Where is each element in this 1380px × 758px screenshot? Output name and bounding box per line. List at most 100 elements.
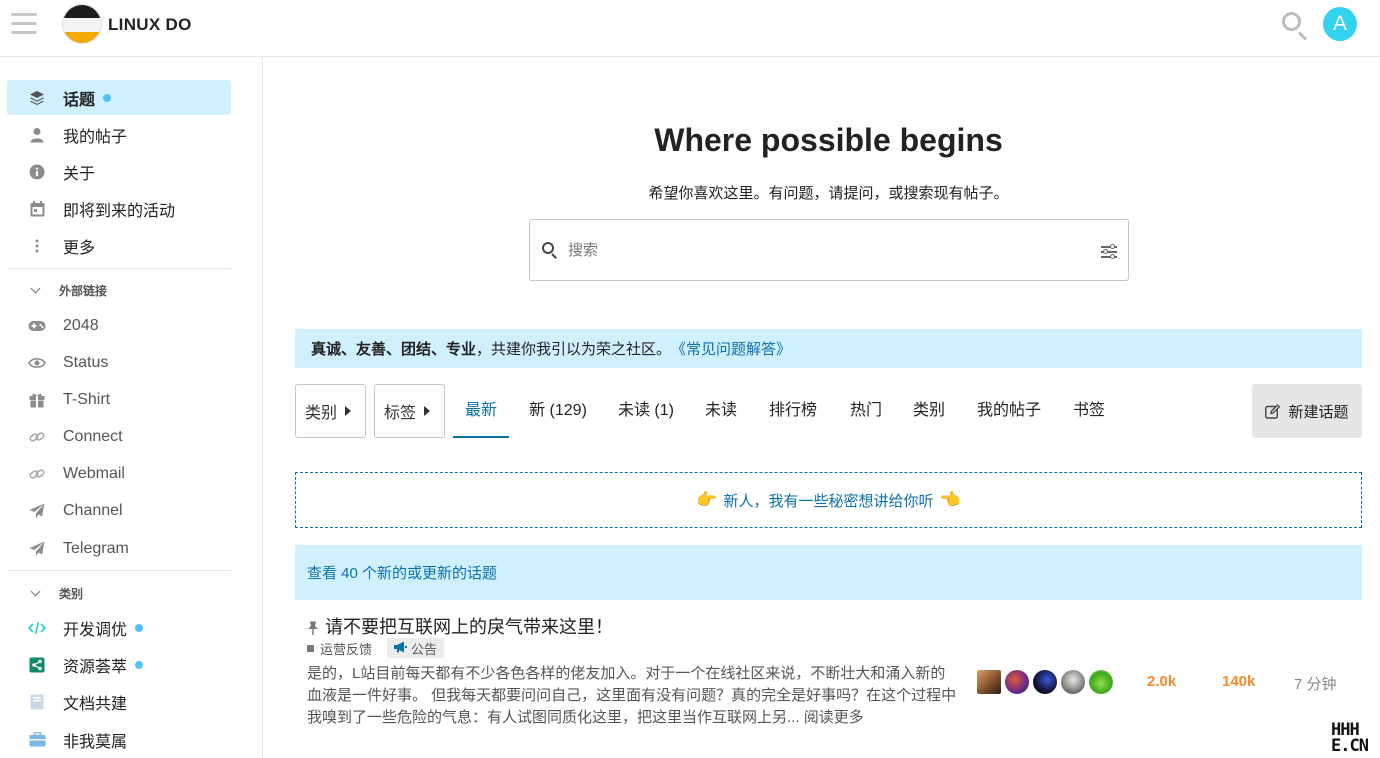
site-title[interactable]: LINUX DO <box>108 15 192 35</box>
tab-bookmarks[interactable]: 书签 <box>1062 384 1116 438</box>
poster-avatar[interactable] <box>1005 670 1029 694</box>
tab-unread[interactable]: 未读 <box>694 384 748 438</box>
show-new-topics-bar[interactable]: 查看 40 个新的或更新的话题 <box>295 545 1362 600</box>
topic-category-label: 运营反馈 <box>320 642 373 657</box>
sidebar-item-topics[interactable]: 话题 <box>7 80 231 115</box>
tab-new[interactable]: 新 (129) <box>519 384 597 438</box>
section-title: 类别 <box>59 586 84 601</box>
topic-title-link[interactable]: 请不要把互联网上的戾气带来这里！ <box>307 613 613 639</box>
unread-dot <box>135 623 144 632</box>
topic-activity-time[interactable]: 7 分钟 <box>1294 673 1337 694</box>
topic-title: 请不要把互联网上的戾气带来这里！ <box>325 617 613 637</box>
pointing-hand-right-icon: 👉 <box>696 490 718 509</box>
topic-tag[interactable]: 公告 <box>387 638 445 658</box>
sidebar-item-label: 我的帖子 <box>63 128 128 146</box>
sidebar-item-label: Webmail <box>63 464 125 482</box>
secret-banner-text: 新人，我有一些秘密想讲给你听 <box>723 492 934 510</box>
sidebar-item-my-posts[interactable]: 我的帖子 <box>7 117 231 152</box>
sidebar-item-t-shirt[interactable]: T-Shirt <box>7 382 231 417</box>
banner-bold-text: 真诚、友善、团结、专业 <box>311 341 477 358</box>
sliders-icon[interactable] <box>1101 243 1117 259</box>
read-more-link[interactable]: 阅读更多 <box>804 709 864 726</box>
section-title: 外部链接 <box>59 283 108 298</box>
tab-unread-count[interactable]: 未读 (1) <box>609 384 683 438</box>
pencil-icon <box>1265 403 1281 419</box>
tag-dropdown[interactable]: 标签 <box>374 384 445 438</box>
unread-dot <box>103 93 112 102</box>
category-dropdown-label: 类别 <box>305 405 338 422</box>
sidebar-item-label: 开发调优 <box>63 621 128 639</box>
caret-right-icon <box>345 406 352 416</box>
poster-avatar[interactable] <box>1089 670 1113 694</box>
topic-tag-label: 公告 <box>411 641 438 657</box>
sidebar-item-label: 更多 <box>63 239 96 257</box>
chevron-down-icon <box>31 285 41 295</box>
tab-leaderboard[interactable]: 排行榜 <box>759 384 827 438</box>
tab-categories[interactable]: 类别 <box>903 384 955 438</box>
topic-category-badge[interactable]: 运营反馈 <box>307 639 372 658</box>
faq-link[interactable]: 《常见问题解答》 <box>671 338 791 359</box>
sidebar-section-categories[interactable]: 类别 <box>7 581 231 605</box>
eye-icon <box>27 357 47 369</box>
tab-hot[interactable]: 热门 <box>838 384 894 438</box>
user-avatar[interactable]: A <box>1323 7 1357 41</box>
sidebar-item-label: 即将到来的活动 <box>63 202 176 220</box>
watermark-line-2: E.CN <box>1331 736 1369 756</box>
topic-views-count: 140k <box>1222 673 1256 690</box>
sidebar-item-label: 非我莫属 <box>63 733 128 751</box>
paper-plane-icon <box>27 541 47 557</box>
sidebar-item-dev-tuning[interactable]: 开发调优 <box>7 610 231 645</box>
community-banner: 真诚、友善、团结、专业 ，共建你我引以为荣之社区。 《常见问题解答》 <box>295 329 1362 368</box>
sidebar-item-connect[interactable]: Connect <box>7 419 231 454</box>
sidebar-divider <box>7 570 231 571</box>
sidebar-item-webmail[interactable]: Webmail <box>7 456 231 491</box>
site-logo[interactable] <box>62 4 102 44</box>
topic-excerpt: 是的，L站目前每天都有不少各色各样的佬友加入。对于一个在线社区来说，不断壮大和涌… <box>307 663 959 729</box>
sidebar-item-resources[interactable]: 资源荟萃 <box>7 647 231 682</box>
hero-title: Where possible begins <box>654 122 1003 158</box>
poster-avatar[interactable] <box>1033 670 1057 694</box>
sidebar-item-label: Status <box>63 353 109 371</box>
sidebar-section-external-links[interactable]: 外部链接 <box>7 278 231 302</box>
sidebar-item-label: 话题 <box>63 91 96 109</box>
sidebar-item-label: 关于 <box>63 165 96 183</box>
category-color-swatch <box>307 645 314 652</box>
sidebar-item-channel[interactable]: Channel <box>7 493 231 528</box>
info-icon <box>27 164 47 180</box>
sidebar-item-about[interactable]: 关于 <box>7 154 231 189</box>
user-icon <box>27 127 47 143</box>
sidebar-item-label: 2048 <box>63 316 99 334</box>
search-input[interactable] <box>568 234 1088 266</box>
unread-dot <box>135 660 144 669</box>
sidebar-item-label: Connect <box>63 427 123 445</box>
search-bar <box>529 219 1129 281</box>
tab-my-posts[interactable]: 我的帖子 <box>967 384 1051 438</box>
sidebar-item-label: Channel <box>63 501 123 519</box>
link-icon <box>27 466 47 482</box>
sidebar-item-upcoming-events[interactable]: 即将到来的活动 <box>7 191 231 226</box>
megaphone-icon <box>393 641 407 656</box>
topic-replies-count[interactable]: 2.0k <box>1147 673 1176 690</box>
new-topic-button[interactable]: 新建话题 <box>1252 384 1362 438</box>
sidebar-item-status[interactable]: Status <box>7 345 231 380</box>
hamburger-menu-icon[interactable] <box>11 13 37 35</box>
pin-icon <box>307 619 319 635</box>
caret-right-icon <box>424 406 431 416</box>
sidebar-item-more[interactable]: 更多 <box>7 228 231 263</box>
sidebar-item-telegram[interactable]: Telegram <box>7 531 231 566</box>
sidebar-item-jobs[interactable]: 非我莫属 <box>7 722 231 757</box>
sidebar-item-2048[interactable]: 2048 <box>7 308 231 343</box>
tab-latest[interactable]: 最新 <box>453 384 509 438</box>
new-topic-label: 新建话题 <box>1288 403 1349 421</box>
code-icon <box>27 621 47 635</box>
poster-avatar[interactable] <box>1061 670 1085 694</box>
newcomer-secret-banner[interactable]: 👉 新人，我有一些秘密想讲给你听 👈 <box>295 472 1362 528</box>
share-icon <box>27 657 47 673</box>
sidebar-item-docs[interactable]: 文档共建 <box>7 684 231 719</box>
topic-posters <box>977 670 1117 694</box>
tag-dropdown-label: 标签 <box>384 405 417 422</box>
category-dropdown[interactable]: 类别 <box>295 384 366 438</box>
poster-avatar[interactable] <box>977 670 1001 694</box>
paper-plane-icon <box>27 503 47 519</box>
search-icon[interactable] <box>1280 10 1310 41</box>
